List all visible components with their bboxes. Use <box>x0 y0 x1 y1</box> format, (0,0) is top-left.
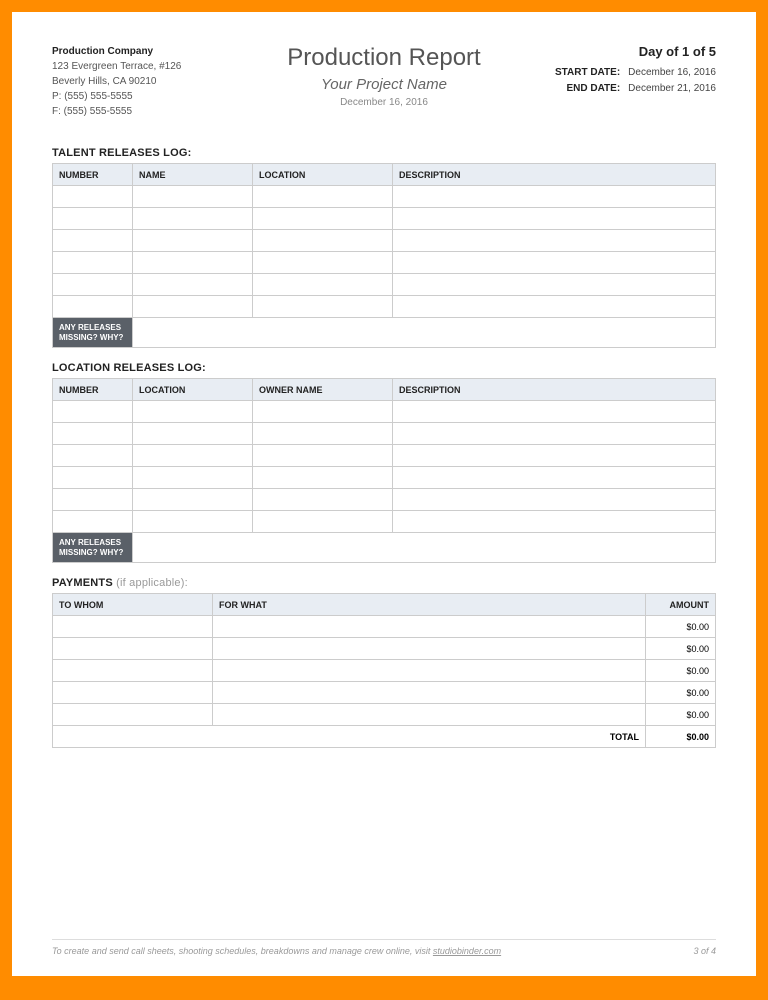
payments-label: PAYMENTS <box>52 577 113 589</box>
table-row <box>53 423 716 445</box>
end-date-value: December 21, 2016 <box>628 81 716 97</box>
company-fax: F: (555) 555-5555 <box>52 104 252 119</box>
location-header-number: NUMBER <box>53 379 133 401</box>
company-block: Production Company 123 Evergreen Terrace… <box>52 44 252 119</box>
start-date-value: December 16, 2016 <box>628 65 716 81</box>
table-row: $0.00 <box>53 704 716 726</box>
table-row <box>53 401 716 423</box>
table-header-row: NUMBER NAME LOCATION DESCRIPTION <box>53 164 716 186</box>
amount-cell[interactable]: $0.00 <box>646 704 716 726</box>
footer-link[interactable]: studiobinder.com <box>433 946 501 956</box>
missing-label: ANY RELEASES MISSING? WHY? <box>53 318 133 348</box>
table-row <box>53 489 716 511</box>
talent-header-name: NAME <box>133 164 253 186</box>
table-row <box>53 445 716 467</box>
start-date-row: START DATE: December 16, 2016 <box>516 65 716 81</box>
project-name: Your Project Name <box>252 76 516 93</box>
table-row: $0.00 <box>53 660 716 682</box>
company-name: Production Company <box>52 44 252 59</box>
missing-row: ANY RELEASES MISSING? WHY? <box>53 318 716 348</box>
table-row <box>53 467 716 489</box>
company-address2: Beverly Hills, CA 90210 <box>52 74 252 89</box>
company-address1: 123 Evergreen Terrace, #126 <box>52 59 252 74</box>
location-header-description: DESCRIPTION <box>393 379 716 401</box>
total-value: $0.00 <box>646 726 716 748</box>
talent-section-title: TALENT RELEASES LOG: <box>52 147 716 159</box>
location-section-title: LOCATION RELEASES LOG: <box>52 362 716 374</box>
talent-table: NUMBER NAME LOCATION DESCRIPTION ANY REL… <box>52 163 716 348</box>
table-row <box>53 252 716 274</box>
table-row: $0.00 <box>53 682 716 704</box>
dates-block: Day of 1 of 5 START DATE: December 16, 2… <box>516 44 716 97</box>
amount-cell[interactable]: $0.00 <box>646 682 716 704</box>
table-row: $0.00 <box>53 616 716 638</box>
page-title: Production Report <box>252 44 516 72</box>
footer-text: To create and send call sheets, shooting… <box>52 946 501 956</box>
location-header-owner: OWNER NAME <box>253 379 393 401</box>
title-block: Production Report Your Project Name Dece… <box>252 44 516 108</box>
report-date: December 16, 2016 <box>252 97 516 108</box>
end-date-label: END DATE: <box>566 81 620 97</box>
footer: To create and send call sheets, shooting… <box>52 939 716 956</box>
location-table: NUMBER LOCATION OWNER NAME DESCRIPTION A… <box>52 378 716 563</box>
payments-table: TO WHOM FOR WHAT AMOUNT $0.00 $0.00 $0.0… <box>52 593 716 748</box>
missing-input[interactable] <box>133 318 716 348</box>
company-phone: P: (555) 555-5555 <box>52 89 252 104</box>
amount-cell[interactable]: $0.00 <box>646 616 716 638</box>
talent-header-number: NUMBER <box>53 164 133 186</box>
table-header-row: NUMBER LOCATION OWNER NAME DESCRIPTION <box>53 379 716 401</box>
missing-label: ANY RELEASES MISSING? WHY? <box>53 533 133 563</box>
table-row: $0.00 <box>53 638 716 660</box>
page: Production Company 123 Evergreen Terrace… <box>12 12 756 976</box>
amount-cell[interactable]: $0.00 <box>646 660 716 682</box>
talent-header-location: LOCATION <box>253 164 393 186</box>
talent-header-description: DESCRIPTION <box>393 164 716 186</box>
table-row <box>53 274 716 296</box>
table-row <box>53 296 716 318</box>
end-date-row: END DATE: December 21, 2016 <box>516 81 716 97</box>
payments-hint: (if applicable): <box>113 577 188 589</box>
missing-input[interactable] <box>133 533 716 563</box>
start-date-label: START DATE: <box>555 65 620 81</box>
page-number: 3 of 4 <box>693 946 716 956</box>
total-label: TOTAL <box>53 726 646 748</box>
table-row <box>53 230 716 252</box>
table-row <box>53 511 716 533</box>
payments-header-towhom: TO WHOM <box>53 594 213 616</box>
table-row <box>53 186 716 208</box>
day-of-label: Day of 1 of 5 <box>516 44 716 59</box>
payments-section-title: PAYMENTS (if applicable): <box>52 577 716 589</box>
table-header-row: TO WHOM FOR WHAT AMOUNT <box>53 594 716 616</box>
footer-pre: To create and send call sheets, shooting… <box>52 946 433 956</box>
payments-header-amount: AMOUNT <box>646 594 716 616</box>
total-row: TOTAL $0.00 <box>53 726 716 748</box>
location-header-location: LOCATION <box>133 379 253 401</box>
table-row <box>53 208 716 230</box>
header: Production Company 123 Evergreen Terrace… <box>52 44 716 119</box>
amount-cell[interactable]: $0.00 <box>646 638 716 660</box>
missing-row: ANY RELEASES MISSING? WHY? <box>53 533 716 563</box>
payments-header-forwhat: FOR WHAT <box>213 594 646 616</box>
